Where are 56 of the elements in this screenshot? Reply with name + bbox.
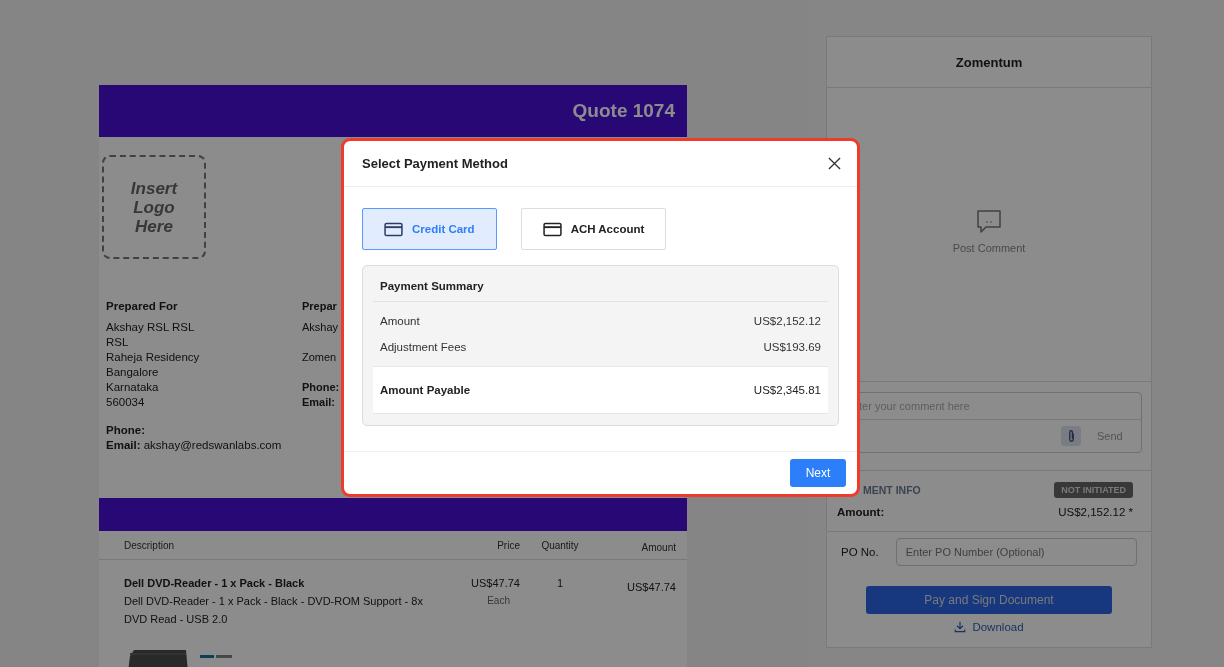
payment-method-option[interactable]: Credit Card [362,208,497,250]
payment-method-option[interactable]: ACH Account [520,208,667,250]
prepared-for-heading: Prepared For [106,299,179,314]
item-amount: US$47.74 [626,580,676,595]
address-line: 560034 [106,395,146,410]
item-description: Dell DVD-Reader - 1 x Pack - Black - DVD-ROM Support - 8x DVD Read - USB 2.0 [124,594,424,627]
prepared-by-heading: Prepar [302,299,338,314]
email-label: Email: [106,439,141,451]
address-line: Raheja Residency [106,350,201,365]
pay-and-sign-button[interactable]: Pay and Sign Document [866,586,1112,614]
download-link[interactable]: Download [954,621,1024,633]
quote-title: Quote 1074 [572,100,675,122]
credit-card-icon [384,221,403,237]
po-number-field[interactable]: Enter PO Number (Optional) [895,538,1137,566]
attach-button[interactable] [1061,426,1081,446]
summary-label: Amount [380,315,420,327]
item-quantity: 1 [555,576,565,591]
next-button[interactable]: Next [790,459,846,487]
column-header: Description [124,539,176,551]
phone-label: Phone: [302,380,340,395]
empty-comments-text: Post Comment [952,242,1026,254]
total-value: US$2,345.81 [753,384,821,396]
total-label: Amount Payable [380,384,471,396]
prepared-by-company: Zomen [302,350,338,365]
column-header: Amount [640,541,676,553]
po-label: PO No. [841,546,879,558]
download-icon [954,621,967,633]
summary-value: US$193.69 [763,341,821,353]
amount-label: Amount: [837,506,885,518]
summary-label: Adjustment Fees [380,341,467,353]
item-price: US$47.74 [470,576,520,591]
address-line: Bangalore [106,365,160,380]
logo-placeholder[interactable]: Insert Logo Here [102,155,206,259]
column-header: Price [496,539,520,551]
section-heading: MENT INFO [862,484,921,496]
comment-icon [976,209,1002,235]
summary-heading: Payment Summary [373,266,828,302]
address-line: RSL [106,335,130,350]
price-unit: Each [486,594,511,608]
amount-value: US$2,152.12 * [1058,506,1133,518]
paperclip-icon [1066,429,1076,443]
email-value: akshay@redswanlabs.com [143,439,282,451]
panel-title: Zomentum [955,54,1023,70]
address-line: Akshay RSL RSL [106,320,196,335]
credit-card-icon [542,221,562,237]
address-line: Karnataka [106,380,160,395]
item-title: Dell DVD-Reader - 1 x Pack - Black [124,576,306,591]
prepared-by-name: Akshay [302,320,340,335]
send-button[interactable]: Send [1097,430,1125,442]
close-icon[interactable] [828,157,841,170]
email-label: Email: [302,395,336,410]
status-badge: NOT INITIATED [1054,482,1133,498]
dialog-title: Select Payment Method [362,156,508,171]
phone-label: Phone: [106,423,146,438]
column-header: Quantity [540,539,580,551]
summary-value: US$2,152.12 [753,315,821,327]
